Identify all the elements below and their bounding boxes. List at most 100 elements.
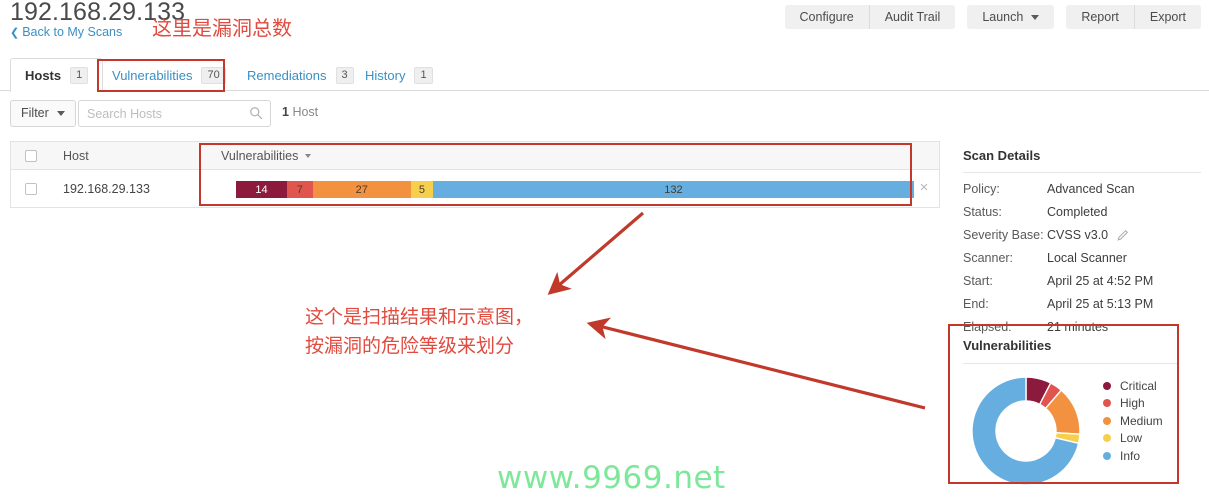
select-all-checkbox[interactable] bbox=[25, 149, 37, 162]
configure-button[interactable]: Configure bbox=[784, 5, 869, 29]
tab-remediations[interactable]: Remediations 3 bbox=[232, 58, 369, 91]
severity-segment-info[interactable]: 132 bbox=[432, 181, 914, 198]
chart-legend: Critical High Medium Low Info bbox=[1103, 377, 1163, 465]
scan-details-panel: Scan Details Policy: Advanced Scan Status:… bbox=[963, 148, 1201, 334]
close-icon[interactable]: × bbox=[917, 180, 931, 195]
chevron-down-icon bbox=[56, 111, 65, 117]
host-count-label: Host bbox=[292, 105, 319, 119]
tab-history-label: History bbox=[365, 67, 406, 83]
table-row[interactable]: 192.168.29.133 14 7 27 5 132 × bbox=[10, 170, 940, 208]
legend-label: Info bbox=[1120, 448, 1141, 463]
scan-detail-label: Severity Base: bbox=[963, 228, 1044, 242]
scan-detail-label: End: bbox=[963, 297, 989, 311]
scan-detail-value: April 25 at 4:52 PM bbox=[1047, 274, 1154, 288]
vulnerability-donut-chart bbox=[971, 376, 1081, 486]
legend-label: High bbox=[1120, 396, 1145, 411]
hosts-table: Host Vulnerabilities 192.168.29.133 14 7 2… bbox=[10, 141, 940, 208]
severity-segment-critical[interactable]: 14 bbox=[236, 181, 288, 198]
scan-detail-label: Elapsed: bbox=[963, 320, 1012, 334]
back-to-my-scans-link[interactable]: ❮ Back to My Scans bbox=[10, 25, 122, 39]
filter-bar: Filter 1 Host bbox=[0, 100, 1209, 130]
tab-vulnerabilities-badge: 70 bbox=[201, 66, 226, 84]
legend-item-medium[interactable]: Medium bbox=[1103, 412, 1163, 430]
legend-color-swatch bbox=[1103, 451, 1111, 460]
legend-item-high[interactable]: High bbox=[1103, 395, 1163, 413]
scan-detail-row: Scanner: Local Scanner bbox=[963, 251, 1201, 265]
scan-detail-value: April 25 at 5:13 PM bbox=[1047, 297, 1154, 311]
tab-hosts[interactable]: Hosts 1 bbox=[10, 58, 104, 92]
scan-detail-row: End: April 25 at 5:13 PM bbox=[963, 297, 1201, 311]
filter-button[interactable]: Filter bbox=[10, 100, 76, 127]
tab-hosts-badge: 1 bbox=[70, 67, 89, 84]
legend-label: Low bbox=[1120, 431, 1143, 446]
scan-detail-row: Elapsed: 21 minutes bbox=[963, 320, 1201, 334]
scan-detail-label: Status: bbox=[963, 205, 1002, 219]
configure-audit-group: Configure Audit Trail bbox=[784, 5, 956, 29]
launch-group: Launch bbox=[967, 5, 1055, 29]
back-link-label: Back to My Scans bbox=[22, 25, 123, 39]
audit-trail-button[interactable]: Audit Trail bbox=[868, 5, 956, 29]
severity-segment-medium[interactable]: 27 bbox=[312, 181, 411, 198]
launch-label: Launch bbox=[982, 10, 1024, 24]
vulnerabilities-chart-card: Vulnerabilities Critical High Medium Low Inf… bbox=[963, 338, 1179, 492]
scan-detail-row: Status: Completed bbox=[963, 205, 1201, 219]
column-header-vulnerabilities[interactable]: Vulnerabilities bbox=[221, 148, 312, 163]
tab-hosts-label: Hosts bbox=[25, 68, 62, 83]
search-icon[interactable] bbox=[249, 106, 263, 120]
scan-detail-value: Advanced Scan bbox=[1047, 182, 1135, 196]
scan-detail-value: CVSS v3.0 bbox=[1047, 228, 1109, 242]
page-header: 192.168.29.133 ❮ Back to My Scans Configu… bbox=[0, 0, 1209, 52]
legend-color-swatch bbox=[1103, 381, 1111, 390]
scan-details-title: Scan Details bbox=[963, 148, 1201, 173]
launch-button[interactable]: Launch bbox=[967, 5, 1055, 29]
severity-distribution-bar: 14 7 27 5 132 bbox=[236, 181, 914, 198]
tab-history[interactable]: History 1 bbox=[350, 58, 448, 91]
legend-color-swatch bbox=[1103, 399, 1111, 408]
scan-detail-value: Completed bbox=[1047, 205, 1108, 219]
tab-vulnerabilities-label: Vulnerabilities bbox=[112, 67, 193, 83]
chevron-down-icon bbox=[1031, 15, 1040, 21]
report-button[interactable]: Report bbox=[1066, 5, 1134, 29]
annotation-chart-note-line1: 这个是扫描结果和示意图， bbox=[305, 306, 534, 328]
export-button[interactable]: Export bbox=[1133, 5, 1201, 29]
scan-detail-label: Policy: bbox=[963, 182, 1000, 196]
legend-item-critical[interactable]: Critical bbox=[1103, 377, 1163, 395]
legend-label: Critical bbox=[1120, 378, 1157, 393]
severity-segment-high[interactable]: 7 bbox=[287, 181, 313, 198]
severity-segment-low[interactable]: 5 bbox=[410, 181, 433, 198]
chevron-left-icon: ❮ bbox=[10, 27, 20, 39]
host-count-number: 1 bbox=[282, 105, 289, 119]
scan-detail-row: Severity Base: CVSS v3.0 bbox=[963, 228, 1201, 242]
search-hosts-field[interactable] bbox=[78, 100, 271, 127]
host-count: 1 Host bbox=[282, 105, 318, 119]
vulnerabilities-chart-title: Vulnerabilities bbox=[963, 338, 1179, 364]
legend-item-low[interactable]: Low bbox=[1103, 430, 1163, 448]
legend-item-info[interactable]: Info bbox=[1103, 447, 1163, 465]
report-export-group: Report Export bbox=[1066, 5, 1201, 29]
scan-detail-value: 21 minutes bbox=[1047, 320, 1109, 334]
scan-detail-label: Start: bbox=[963, 274, 993, 288]
legend-color-swatch bbox=[1103, 434, 1111, 443]
scan-detail-row: Policy: Advanced Scan bbox=[963, 182, 1201, 196]
tab-bar: Hosts 1 Vulnerabilities 70 Remediations … bbox=[0, 58, 1209, 92]
annotation-chart-note: 这个是扫描结果和示意图， 按漏洞的危险等级来划分 bbox=[305, 303, 533, 361]
sort-caret-icon bbox=[305, 153, 312, 158]
search-input[interactable] bbox=[79, 101, 244, 126]
annotation-chart-note-line2: 按漏洞的危险等级来划分 bbox=[305, 335, 515, 357]
column-header-vulnerabilities-label: Vulnerabilities bbox=[221, 148, 299, 163]
arrow-from-donut-chart bbox=[586, 317, 926, 410]
tab-vulnerabilities[interactable]: Vulnerabilities 70 bbox=[97, 58, 241, 91]
legend-color-swatch bbox=[1103, 416, 1111, 425]
row-checkbox[interactable] bbox=[25, 182, 37, 195]
legend-label: Medium bbox=[1120, 413, 1163, 428]
tab-remediations-label: Remediations bbox=[247, 67, 327, 83]
scan-detail-value: Local Scanner bbox=[1047, 251, 1127, 265]
column-header-host: Host bbox=[63, 148, 89, 163]
donut-chart-area: Critical High Medium Low Info bbox=[963, 372, 1179, 492]
watermark: www.9969.net bbox=[497, 460, 726, 496]
page-title: 192.168.29.133 bbox=[10, 0, 186, 26]
header-toolbar: Configure Audit Trail Launch Report Expo… bbox=[784, 5, 1201, 29]
scan-details-rows: Policy: Advanced Scan Status: Completed Seve… bbox=[963, 182, 1201, 334]
table-header-row: Host Vulnerabilities bbox=[10, 141, 940, 170]
pencil-edit-icon[interactable] bbox=[1117, 229, 1129, 241]
